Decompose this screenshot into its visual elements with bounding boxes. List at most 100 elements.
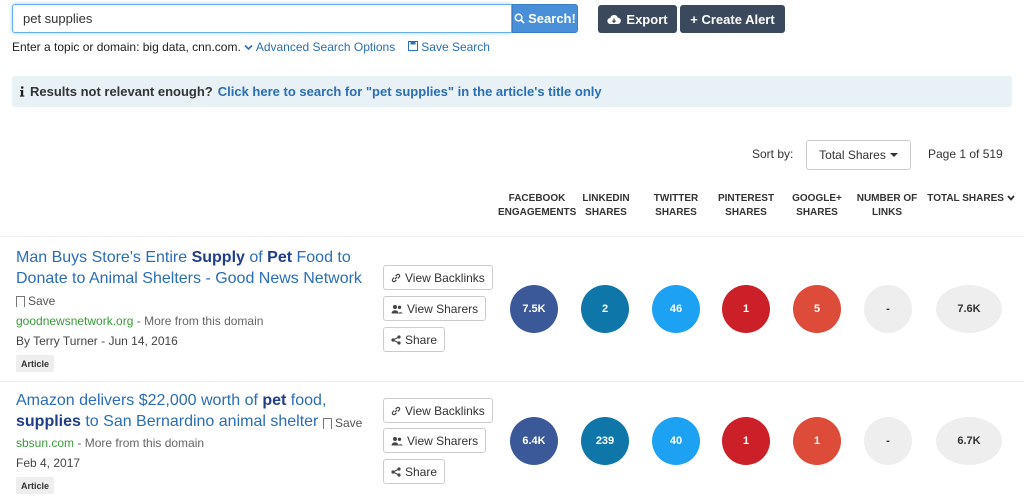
title-text: Man Buys Store's Entire <box>16 249 192 266</box>
save-search-link[interactable]: Save Search <box>407 40 490 54</box>
col-linkedin-line2: SHARES <box>585 207 627 218</box>
more-from-domain-link[interactable]: - More from this domain <box>133 314 264 328</box>
hint-text: Enter a topic or domain: big data, cnn.c… <box>12 40 241 54</box>
share-button[interactable]: Share <box>383 327 446 352</box>
pinterest-shares-count: 1 <box>722 285 770 333</box>
more-from-domain-link[interactable]: - More from this domain <box>74 436 204 450</box>
share-icon <box>391 466 401 477</box>
col-facebook-engagements[interactable]: FACEBOOK ENGAGEMENTS <box>498 192 576 220</box>
row-divider <box>0 381 1024 382</box>
share-label: Share <box>405 464 438 479</box>
users-icon <box>391 304 403 313</box>
facebook-engagements-count: 6.4K <box>510 417 558 465</box>
save-label: Save <box>28 294 56 308</box>
save-link[interactable]: Save <box>16 294 55 308</box>
title-highlight: Pet <box>267 249 293 266</box>
view-backlinks-button[interactable]: View Backlinks <box>383 265 493 290</box>
banner-text: Results not relevant enough? <box>30 84 213 99</box>
title-text: Amazon delivers $22,000 worth of <box>16 392 263 409</box>
view-backlinks-label: View Backlinks <box>405 403 485 418</box>
export-button[interactable]: Export <box>598 5 677 33</box>
total-shares-count: 6.7K <box>936 417 1002 465</box>
row-divider <box>0 236 1024 237</box>
googleplus-shares-count: 1 <box>793 417 841 465</box>
search-bar: Search! <box>12 4 578 33</box>
col-links-line1: NUMBER OF <box>856 193 918 204</box>
result-title-link[interactable]: Man Buys Store's Entire Supply of Pet Fo… <box>16 247 374 289</box>
result-author-date: By Terry Turner - Jun 14, 2016 <box>16 334 178 348</box>
col-pinterest-shares[interactable]: PINTEREST SHARES <box>714 192 778 220</box>
create-alert-button[interactable]: + Create Alert <box>680 5 785 33</box>
link-icon <box>391 406 401 415</box>
title-highlight: Supply <box>191 249 245 266</box>
result-domain-link[interactable]: goodnewsnetwork.org <box>16 314 133 328</box>
links-count: - <box>864 285 912 333</box>
advanced-search-label: Advanced Search Options <box>255 40 396 54</box>
title-only-search-link[interactable]: Click here to search for "pet supplies" … <box>218 84 602 99</box>
share-button[interactable]: Share <box>383 459 446 484</box>
search-hint: Enter a topic or domain: big data, cnn.c… <box>12 40 490 54</box>
pinterest-shares-count: 1 <box>722 417 770 465</box>
article-type-badge: Article <box>16 477 55 494</box>
links-count: - <box>864 417 912 465</box>
title-text: of <box>244 249 268 266</box>
view-sharers-button[interactable]: View Sharers <box>383 428 487 453</box>
result-domain-line: sbsun.com - More from this domain <box>16 436 204 450</box>
link-icon <box>391 273 401 282</box>
advanced-search-link[interactable]: Advanced Search Options <box>244 40 398 54</box>
chevron-down-icon <box>1007 195 1015 201</box>
save-link[interactable]: Save <box>323 416 362 430</box>
col-twitter-line2: SHARES <box>655 207 697 218</box>
bookmark-icon <box>323 417 332 430</box>
export-label: Export <box>626 11 668 27</box>
googleplus-shares-count: 5 <box>793 285 841 333</box>
title-highlight: pet <box>262 392 287 409</box>
col-facebook-line2: ENGAGEMENTS <box>498 207 577 218</box>
col-number-of-links[interactable]: NUMBER OF LINKS <box>854 192 920 220</box>
col-linkedin-shares[interactable]: LINKEDIN SHARES <box>578 192 634 220</box>
result-domain-line: goodnewsnetwork.org - More from this dom… <box>16 314 263 328</box>
col-googleplus-line1: GOOGLE+ <box>792 193 842 204</box>
share-icon <box>391 334 401 345</box>
article-type-badge: Article <box>16 355 55 372</box>
view-sharers-label: View Sharers <box>407 301 479 316</box>
view-backlinks-label: View Backlinks <box>405 270 485 285</box>
col-pinterest-line2: SHARES <box>725 207 767 218</box>
col-googleplus-shares[interactable]: GOOGLE+ SHARES <box>788 192 846 220</box>
result-domain-link[interactable]: sbsun.com <box>16 436 74 450</box>
view-sharers-button[interactable]: View Sharers <box>383 296 487 321</box>
result-title-link[interactable]: Amazon delivers $22,000 worth of pet foo… <box>16 390 366 432</box>
save-label: Save <box>335 416 363 430</box>
search-button[interactable]: Search! <box>512 4 578 33</box>
search-input[interactable] <box>12 4 512 33</box>
cloud-download-icon <box>607 14 622 24</box>
view-sharers-label: View Sharers <box>407 433 479 448</box>
search-icon <box>514 13 525 24</box>
bookmark-icon <box>16 295 25 308</box>
title-text: to San Bernardino animal shelter <box>80 413 319 430</box>
floppy-disk-icon <box>407 41 418 51</box>
share-label: Share <box>405 332 438 347</box>
caret-down-icon <box>889 153 898 157</box>
total-shares-count: 7.6K <box>936 285 1002 333</box>
col-linkedin-line1: LINKEDIN <box>582 193 630 204</box>
twitter-shares-count: 40 <box>652 417 700 465</box>
result-date: Feb 4, 2017 <box>16 456 81 470</box>
twitter-shares-count: 46 <box>652 285 700 333</box>
linkedin-shares-count: 239 <box>581 417 629 465</box>
view-backlinks-button[interactable]: View Backlinks <box>383 398 493 423</box>
title-text: food, <box>286 392 327 409</box>
title-highlight: supplies <box>16 413 81 430</box>
linkedin-shares-count: 2 <box>581 285 629 333</box>
search-button-label: Search! <box>528 11 576 26</box>
save-search-label: Save Search <box>421 40 490 54</box>
col-total-shares[interactable]: TOTAL SHARES <box>926 192 1016 206</box>
sort-dropdown[interactable]: Total Shares <box>806 140 911 170</box>
page-indicator: Page 1 of 519 <box>928 147 1003 161</box>
col-pinterest-line1: PINTEREST <box>717 193 775 204</box>
col-twitter-line1: TWITTER <box>653 193 699 204</box>
col-googleplus-line2: SHARES <box>796 207 838 218</box>
sort-selected: Total Shares <box>819 148 886 162</box>
users-icon <box>391 436 403 445</box>
col-twitter-shares[interactable]: TWITTER SHARES <box>648 192 704 220</box>
